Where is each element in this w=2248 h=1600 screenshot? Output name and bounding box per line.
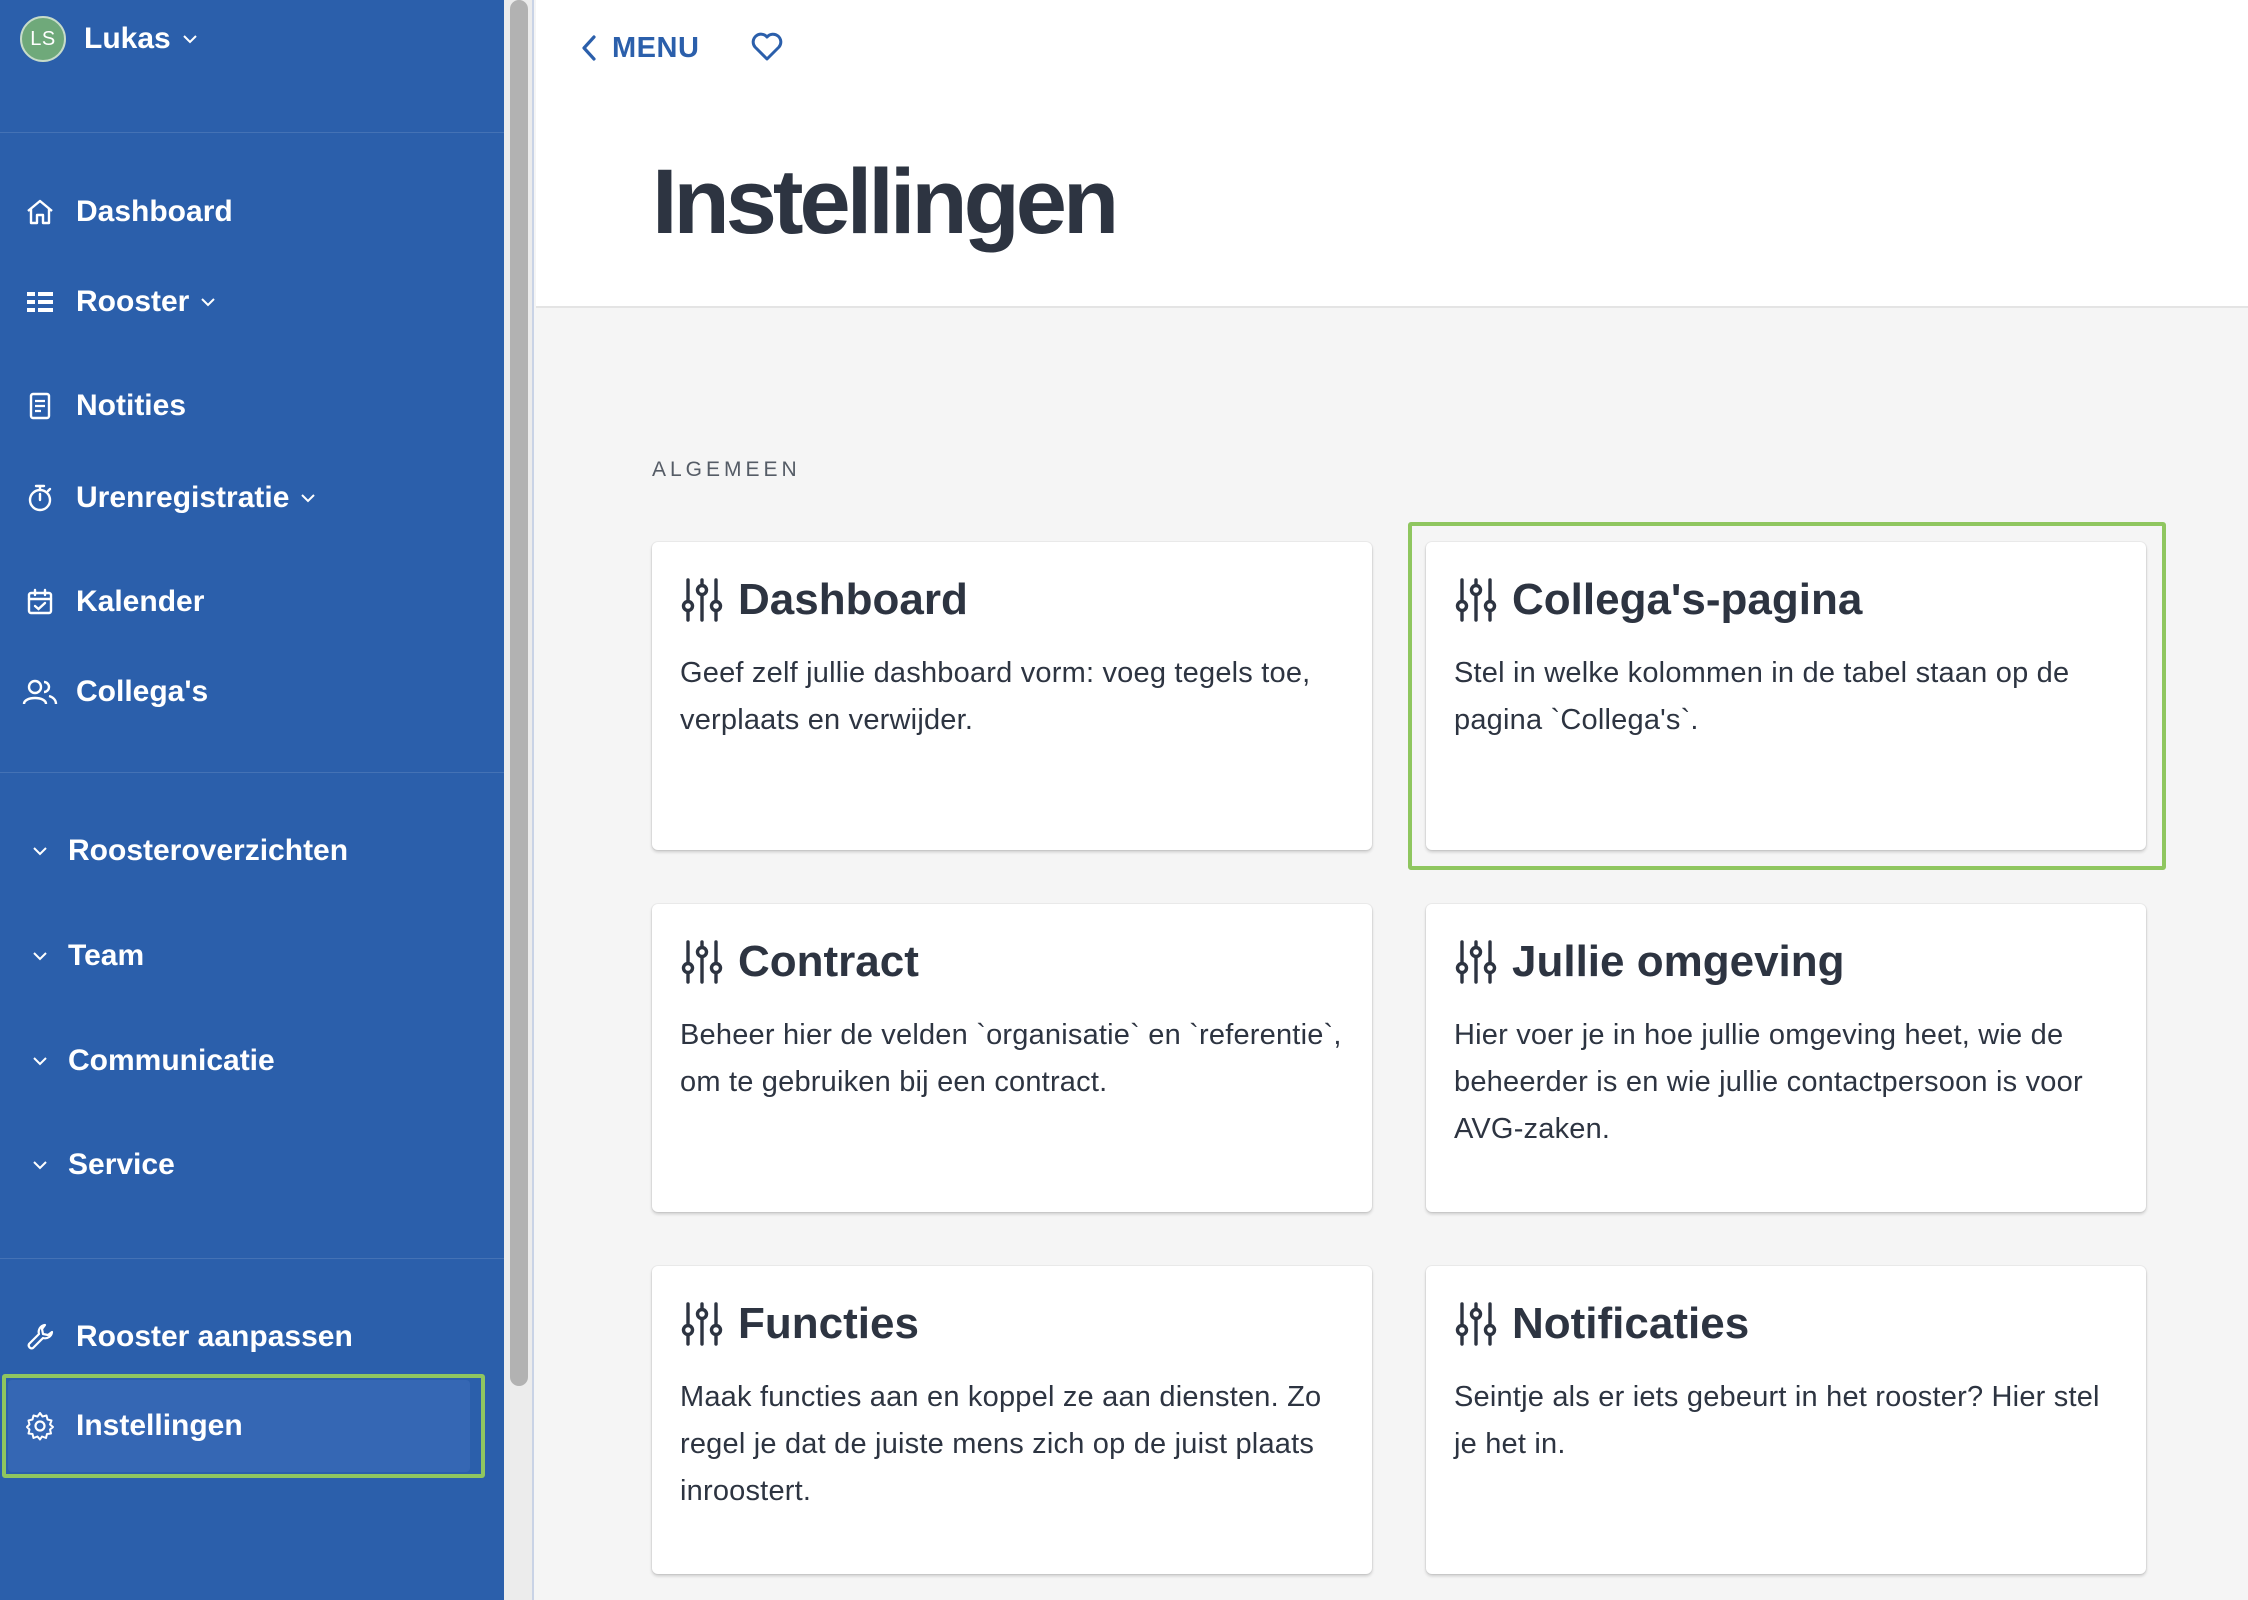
card-title: Dashboard — [738, 575, 968, 624]
sidebar-group-label: Roosteroverzichten — [68, 834, 349, 867]
settings-card-notificaties[interactable]: Notificaties Seintje als er iets gebeurt… — [1426, 1266, 2146, 1574]
sidebar-item-dashboard[interactable]: Dashboard — [22, 184, 233, 240]
sidebar-group-label: Communicatie — [68, 1044, 275, 1077]
schedule-icon — [22, 284, 58, 320]
user-menu[interactable]: LS Lukas — [20, 16, 199, 62]
highlight-box — [2, 1374, 485, 1478]
sidebar-item-label: Notities — [76, 389, 187, 422]
page-title: Instellingen — [652, 151, 1119, 253]
sidebar-item-kalender[interactable]: Kalender — [22, 574, 204, 630]
sidebar: LS Lukas Dashboard Rooster Notities Uren… — [0, 0, 504, 1600]
sidebar-group-service[interactable]: Service — [30, 1137, 175, 1193]
heart-icon[interactable] — [750, 30, 784, 64]
sidebar-group-label: Service — [68, 1148, 175, 1181]
sidebar-item-collegas[interactable]: Collega's — [22, 664, 208, 720]
sidebar-group-team[interactable]: Team — [30, 928, 144, 984]
sliders-icon — [1455, 940, 1497, 984]
chevron-down-icon — [201, 298, 216, 307]
chevron-down-icon — [301, 494, 316, 503]
chevron-down-icon — [33, 952, 47, 961]
sidebar-item-rooster[interactable]: Rooster — [22, 274, 217, 330]
sidebar-group-communicatie[interactable]: Communicatie — [30, 1033, 275, 1089]
card-title: Contract — [738, 937, 919, 986]
chevron-left-icon — [582, 35, 596, 61]
section-label: ALGEMEEN — [652, 458, 801, 481]
sidebar-group-roosteroverzichten[interactable]: Roosteroverzichten — [30, 823, 348, 879]
settings-card-functies[interactable]: Functies Maak functies aan en koppel ze … — [652, 1266, 1372, 1574]
card-title: Notificaties — [1512, 1299, 1750, 1348]
menu-back-link[interactable]: MENU — [580, 28, 699, 68]
sidebar-item-label: Urenregistratie — [76, 481, 290, 514]
card-title: Jullie omgeving — [1512, 937, 1845, 986]
chevron-down-icon — [33, 1057, 47, 1066]
card-description: Beheer hier de velden `organisatie` en `… — [680, 1019, 1342, 1098]
users-icon — [22, 674, 58, 710]
settings-card-dashboard[interactable]: Dashboard Geef zelf jullie dashboard vor… — [652, 542, 1372, 850]
sliders-icon — [681, 940, 723, 984]
sidebar-item-urenregistratie[interactable]: Urenregistratie — [22, 470, 317, 526]
chevron-down-icon — [33, 1161, 47, 1170]
sidebar-item-label: Rooster — [76, 285, 190, 318]
sidebar-item-rooster-aanpassen[interactable]: Rooster aanpassen — [22, 1309, 353, 1365]
chevron-down-icon — [33, 847, 47, 856]
user-name: Lukas — [84, 22, 171, 55]
card-description: Seintje als er iets gebeurt in het roost… — [1454, 1381, 2100, 1460]
home-icon — [22, 194, 58, 230]
highlight-box — [1408, 522, 2166, 870]
scrollbar-thumb[interactable] — [510, 0, 528, 1386]
settings-card-jullie-omgeving[interactable]: Jullie omgeving Hier voer je in hoe jull… — [1426, 904, 2146, 1212]
sliders-icon — [1455, 1302, 1497, 1346]
card-title: Functies — [738, 1299, 919, 1348]
card-description: Hier voer je in hoe jullie omgeving heet… — [1454, 1019, 2083, 1145]
chevron-down-icon — [183, 35, 197, 44]
avatar: LS — [20, 16, 66, 62]
sidebar-item-notities[interactable]: Notities — [22, 378, 186, 434]
sidebar-item-label: Dashboard — [76, 195, 233, 228]
sidebar-item-label: Kalender — [76, 585, 205, 618]
calendar-icon — [22, 584, 58, 620]
divider — [0, 132, 504, 133]
sliders-icon — [681, 1302, 723, 1346]
stopwatch-icon — [22, 480, 58, 516]
wrench-icon — [22, 1319, 58, 1355]
sidebar-group-label: Team — [68, 939, 145, 972]
note-icon — [22, 388, 58, 424]
card-description: Maak functies aan en koppel ze aan diens… — [680, 1381, 1322, 1507]
menu-label: MENU — [612, 31, 700, 64]
settings-card-contract[interactable]: Contract Beheer hier de velden `organisa… — [652, 904, 1372, 1212]
divider — [0, 772, 504, 773]
sidebar-item-label: Collega's — [76, 675, 209, 708]
card-description: Geef zelf jullie dashboard vorm: voeg te… — [680, 657, 1311, 736]
sidebar-item-label: Rooster aanpassen — [76, 1320, 353, 1353]
sliders-icon — [681, 578, 723, 622]
divider — [0, 1258, 504, 1259]
